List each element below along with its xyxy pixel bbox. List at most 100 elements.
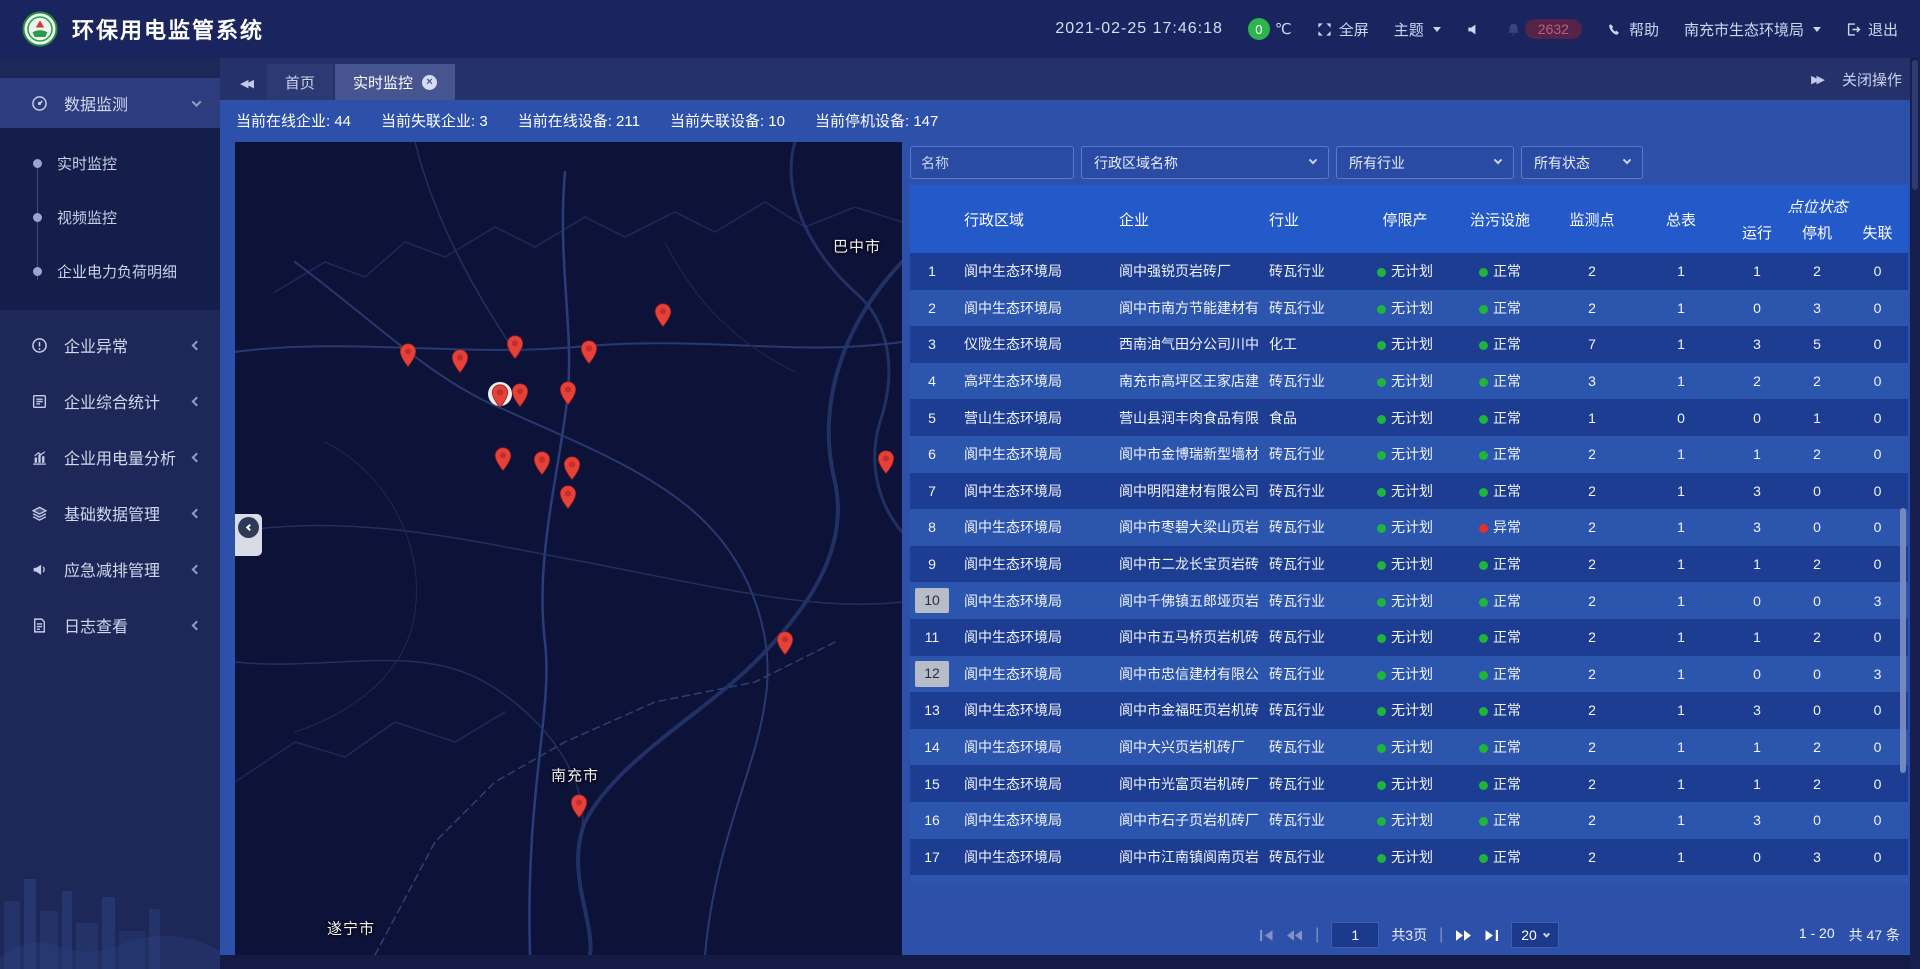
row-index-value: 11 [925,629,940,645]
table-row[interactable]: 3仪陇生态环境局西南油气田分公司川中化工无计划正常71350 [910,326,1908,363]
table-scrollbar[interactable] [1900,508,1906,773]
sidebar-collapse-button[interactable] [235,514,262,556]
page-scrollbar[interactable] [1910,58,1920,969]
sidebar-subitem-实时监控[interactable]: 实时监控 [0,136,220,190]
status-dot-green [1377,378,1386,387]
cell-halt: 2 [1787,739,1847,755]
table-row[interactable]: 6阆中生态环境局阆中市金博瑞新型墙材砖瓦行业无计划正常21120 [910,436,1908,473]
table-row[interactable]: 14阆中生态环境局阆中大兴页岩机砖厂砖瓦行业无计划正常21120 [910,729,1908,766]
map-marker-pin-icon[interactable] [494,447,512,472]
industry-select[interactable]: 所有行业 [1336,146,1514,179]
sidebar-item-label: 日志查看 [64,613,128,637]
last-page-button[interactable] [1484,929,1499,942]
mute-button[interactable] [1466,22,1481,37]
tabs-scroll-left-icon[interactable]: ◀◀ [240,77,251,90]
notification-count-badge: 2632 [1525,19,1582,39]
theme-dropdown[interactable]: 主题 [1394,19,1441,40]
sidebar-item-应急减排管理[interactable]: 应急减排管理 [0,544,220,594]
table-row[interactable]: 7阆中生态环境局阆中明阳建材有限公司砖瓦行业无计划正常21300 [910,473,1908,510]
sidebar-item-企业综合统计[interactable]: 企业综合统计 [0,376,220,426]
map-marker-pin-icon[interactable] [559,381,577,406]
table-row[interactable]: 12阆中生态环境局阆中市忠信建材有限公砖瓦行业无计划正常21003 [910,656,1908,693]
tab-bar-actions: ▶▶ 关闭操作 [1811,69,1902,90]
cell-company: 阆中市五马桥页岩机砖 [1109,627,1259,647]
tab-首页[interactable]: 首页 [267,64,333,100]
table-row[interactable]: 18南部生态环境局南部县双佳水泥有限公建材加工无计划正常50050 [910,875,1908,883]
map-marker-pin-icon[interactable] [451,349,469,374]
region-select[interactable]: 行政区域名称 [1081,146,1329,179]
row-index: 15 [910,776,954,792]
prev-page-button[interactable] [1286,929,1303,942]
table-row[interactable]: 10阆中生态环境局阆中千佛镇五郎垭页岩砖瓦行业无计划正常21003 [910,582,1908,619]
table-row[interactable]: 5营山生态环境局营山县润丰肉食品有限食品无计划正常10010 [910,399,1908,436]
map-marker-pin-icon[interactable] [533,451,551,476]
table-row[interactable]: 2阆中生态环境局阆中市南方节能建材有砖瓦行业无计划正常21030 [910,290,1908,327]
logout-button[interactable]: 退出 [1846,19,1898,40]
page-number-input[interactable] [1331,922,1379,948]
sidebar-item-label: 数据监测 [64,91,128,115]
cell-run: 3 [1727,519,1787,535]
cell-run: 0 [1727,300,1787,316]
map-marker-pin-icon[interactable] [654,303,672,328]
tab-close-icon[interactable]: × [422,75,437,90]
table-row[interactable]: 13阆中生态环境局阆中市金福旺页岩机砖砖瓦行业无计划正常21300 [910,692,1908,729]
status-select[interactable]: 所有状态 [1521,146,1643,179]
row-index: 7 [910,483,954,499]
notifications-widget[interactable]: 2632 [1506,19,1582,39]
tabs-scroll-right-icon[interactable]: ▶▶ [1811,73,1822,86]
cell-lost: 0 [1847,556,1908,572]
map-marker-pin-icon[interactable] [506,335,524,360]
table-row[interactable]: 1阆中生态环境局阆中强锐页岩砖厂砖瓦行业无计划正常21120 [910,253,1908,290]
cell-halt: 2 [1787,263,1847,279]
temperature-badge: 0 [1248,18,1270,40]
table-row[interactable]: 11阆中生态环境局阆中市五马桥页岩机砖砖瓦行业无计划正常21120 [910,619,1908,656]
row-index-value: 3 [928,336,936,352]
status-dot-green [1377,415,1386,424]
chevron-down-icon [1309,155,1317,163]
next-page-button[interactable] [1455,929,1472,942]
map-marker-pin-icon[interactable] [559,485,577,510]
fullscreen-button[interactable]: 全屏 [1317,19,1369,40]
cell-facility-status: 正常 [1451,810,1549,830]
cell-lost: 0 [1847,629,1908,645]
cell-facility-status: 正常 [1451,627,1549,647]
sidebar-item-企业用电量分析[interactable]: 企业用电量分析 [0,432,220,482]
sidebar-item-数据监测[interactable]: 数据监测 [0,78,220,128]
tab-实时监控[interactable]: 实时监控× [335,64,455,100]
chevron-down-icon [193,94,200,112]
sidebar-item-企业异常[interactable]: 企业异常 [0,320,220,370]
close-operations-button[interactable]: 关闭操作 [1842,69,1902,90]
sidebar-subitem-视频监控[interactable]: 视频监控 [0,190,220,244]
cell-facility-status: 正常 [1451,481,1549,501]
table-row[interactable]: 15阆中生态环境局阆中市光富页岩机砖厂砖瓦行业无计划正常21120 [910,765,1908,802]
map-marker-pin-icon[interactable] [580,340,598,365]
sidebar-item-label: 基础数据管理 [64,501,160,525]
first-page-button[interactable] [1259,929,1274,942]
sidebar-subitem-企业电力负荷明细[interactable]: 企业电力负荷明细 [0,244,220,298]
map-marker-pin-icon[interactable] [877,450,895,475]
cell-industry: 食品 [1259,408,1359,428]
cell-meters: 1 [1635,300,1727,316]
org-dropdown[interactable]: 南充市生态环境局 [1684,19,1821,40]
table-row[interactable]: 9阆中生态环境局阆中市二龙长宝页岩砖砖瓦行业无计划正常21120 [910,546,1908,583]
table-row[interactable]: 17阆中生态环境局阆中市江南镇阆南页岩砖瓦行业无计划正常21030 [910,839,1908,876]
table-row[interactable]: 4高坪生态环境局南充市高坪区王家店建砖瓦行业无计划正常31220 [910,363,1908,400]
cell-limit-status: 无计划 [1359,554,1451,574]
map-marker-pin-icon[interactable] [776,631,794,656]
help-button[interactable]: 帮助 [1607,19,1659,40]
table-row[interactable]: 16阆中生态环境局阆中市石子页岩机砖厂砖瓦行业无计划正常21300 [910,802,1908,839]
map-panel[interactable]: 巴中市南充市遂宁市 [235,142,902,955]
table-row[interactable]: 8阆中生态环境局阆中市枣碧大梁山页岩砖瓦行业无计划异常21300 [910,509,1908,546]
cell-industry: 砖瓦行业 [1259,810,1359,830]
name-search-input[interactable] [910,146,1074,179]
map-marker-pin-icon[interactable] [570,794,588,819]
map-marker-pin-icon[interactable] [563,456,581,481]
sidebar-item-日志查看[interactable]: 日志查看 [0,600,220,650]
cell-points: 3 [1549,373,1635,389]
chevron-left-icon [193,448,200,466]
sidebar-item-基础数据管理[interactable]: 基础数据管理 [0,488,220,538]
map-marker-pin-icon[interactable] [399,343,417,368]
page-size-select[interactable]: 20 [1511,922,1559,948]
map-marker-pin-icon[interactable] [511,383,529,408]
map-marker-pin-icon[interactable] [491,384,509,409]
